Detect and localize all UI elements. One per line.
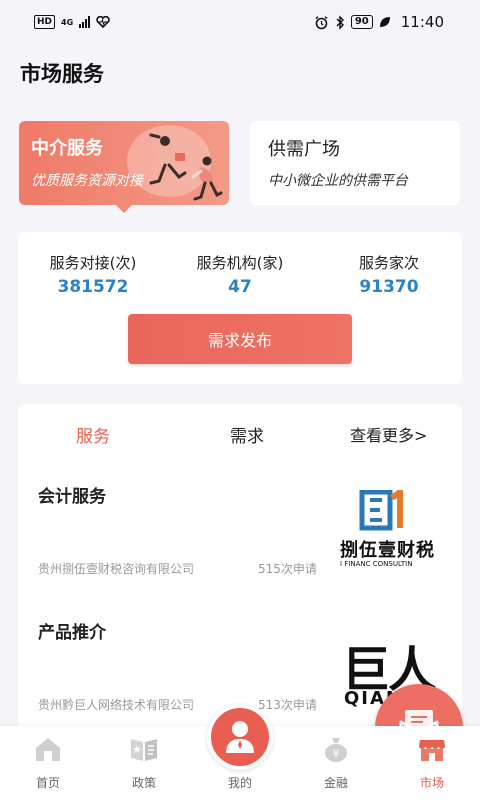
tab-demand[interactable]: 需求 (230, 422, 264, 447)
item-title[interactable]: 产品推介 (38, 618, 106, 643)
battery-level: 90 (350, 15, 373, 29)
logo-text: 捌伍壹财税 (340, 540, 435, 561)
logo-subtext: I FINANC CONSULTIN (340, 560, 413, 568)
item-company: 贵州捌伍壹财税咨询有限公司 (38, 562, 195, 576)
tab-service[interactable]: 服务 (76, 422, 110, 447)
nav-home[interactable]: 首页 (0, 726, 96, 800)
signal-icon (79, 16, 91, 28)
market-store-icon (419, 740, 445, 761)
service-list-card: 服务 需求 查看更多> 会计服务 贵州捌伍壹财税咨询有限公司 515次申请 捌伍… (18, 404, 462, 734)
nav-market[interactable]: 市场 (384, 726, 480, 800)
page-title: 市场服务 (20, 62, 104, 86)
publish-demand-button[interactable]: 需求发布 (128, 314, 352, 364)
stat-value: 91370 (359, 277, 419, 297)
item-title[interactable]: 会计服务 (38, 482, 106, 507)
policy-book-icon (131, 739, 157, 761)
item-apply-count: 515次申请 (258, 562, 317, 576)
nav-label: 我的 (227, 776, 252, 790)
agent-service-card[interactable]: 中介服务 优质服务资源对接 (19, 121, 229, 213)
active-indicator-notch (115, 204, 133, 213)
nav-label: 金融 (323, 776, 348, 790)
stat-label: 服务机构(家) (196, 254, 284, 272)
stat-service-agencies: 服务机构(家) 47 (175, 252, 305, 297)
nav-finance[interactable]: ¥ 金融 (288, 726, 384, 800)
bluetooth-icon (336, 14, 344, 30)
item-apply-count: 513次申请 (258, 698, 317, 712)
stat-value: 381572 (57, 277, 129, 297)
item-company: 贵州黔巨人网络技术有限公司 (38, 698, 195, 712)
nav-label: 首页 (35, 776, 60, 790)
home-icon (36, 738, 60, 761)
stat-label: 服务家次 (358, 254, 419, 272)
stat-service-count: 服务家次 91370 (324, 252, 454, 297)
alarm-icon (315, 15, 328, 29)
money-bag-icon: ¥ (325, 738, 347, 762)
agent-service-title: 中介服务 (31, 138, 103, 159)
company-logo-image: 捌伍壹财税 I FINANC CONSULTIN (336, 486, 446, 574)
heart-health-icon (96, 16, 110, 28)
network-type: 4G (61, 17, 74, 27)
running-people-illustration-icon (149, 133, 223, 201)
svg-text:¥: ¥ (333, 747, 340, 760)
stat-label: 服务对接(次) (49, 254, 137, 272)
supply-demand-card[interactable]: 供需广场 中小微企业的供需平台 (250, 121, 460, 205)
stat-value: 47 (228, 277, 252, 297)
leaf-eco-icon (379, 17, 390, 27)
user-icon (226, 721, 254, 753)
supply-demand-title: 供需广场 (268, 139, 340, 160)
status-bar: HD 4G 90 11:40 (0, 0, 480, 44)
nav-policy[interactable]: 政策 (96, 726, 192, 800)
nav-label: 政策 (131, 776, 156, 790)
hd-badge: HD (34, 15, 56, 29)
clock: 11:40 (400, 13, 444, 31)
profile-center-button[interactable] (207, 704, 273, 770)
stats-card: 服务对接(次) 381572 服务机构(家) 47 服务家次 91370 需求发… (18, 232, 462, 384)
nav-label: 市场 (419, 776, 444, 790)
stat-service-connections: 服务对接(次) 381572 (28, 252, 158, 297)
supply-demand-subtitle: 中小微企业的供需平台 (268, 173, 408, 189)
view-more-link[interactable]: 查看更多> (350, 422, 427, 446)
agent-service-subtitle: 优质服务资源对接 (31, 173, 143, 189)
